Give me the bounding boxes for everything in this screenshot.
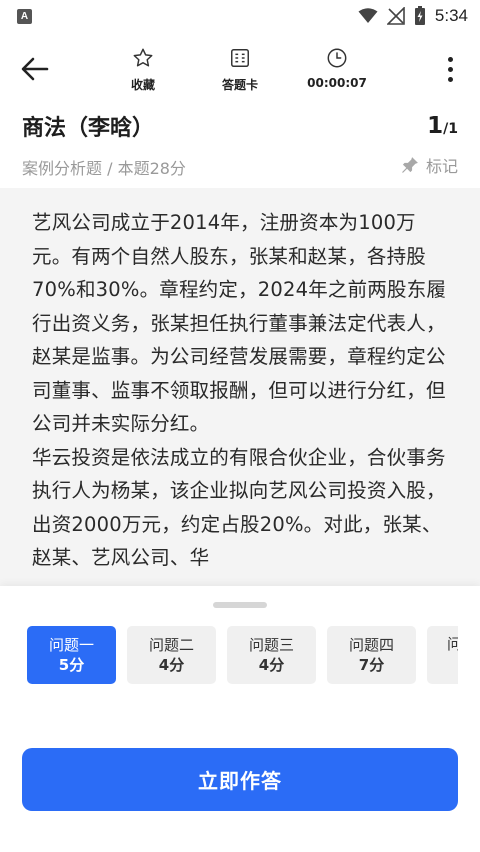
pin-icon (402, 157, 418, 173)
question-title: 商法（李晗） (22, 116, 155, 141)
answer-card-icon (231, 49, 249, 67)
timer-value: 00:00:07 (307, 76, 367, 90)
timer: 00:00:07 (297, 46, 377, 94)
question-type-score: 案例分析题 / 本题28分 (22, 159, 186, 178)
more-options-button[interactable] (438, 52, 462, 86)
tab-score: 4分 (258, 656, 285, 674)
question-counter: 1/1 (427, 113, 458, 139)
sub-question-tab-1[interactable]: 问题一 5分 (27, 626, 116, 684)
more-dot-icon (447, 66, 453, 72)
clock-icon (327, 48, 347, 68)
back-button[interactable] (18, 52, 52, 86)
tab-name: 问题四 (348, 636, 394, 654)
sub-question-tab-5[interactable]: 问 (427, 626, 458, 684)
battery-charging-icon (414, 6, 425, 25)
favorite-label: 收藏 (130, 78, 155, 92)
sub-question-tab-3[interactable]: 问题三 4分 (227, 626, 316, 684)
wifi-icon (358, 8, 378, 23)
tab-score: 7分 (358, 656, 385, 674)
case-content[interactable]: 艺风公司成立于2014年，注册资本为100万元。有两个自然人股东，张某和赵某，各… (0, 188, 480, 586)
case-paragraph: 华云投资是依法成立的有限合伙企业，合伙事务执行人为杨某，该企业拟向艺风公司投资入… (32, 445, 446, 570)
sub-question-sheet: 问题一 5分 问题二 4分 问题三 4分 问题四 7分 问 立即作答 (0, 586, 480, 852)
more-dot-icon (447, 56, 453, 62)
toolbar: 收藏 答题卡 00:00:07 (0, 40, 480, 96)
more-dot-icon (447, 76, 453, 82)
tab-name: 问 (447, 635, 458, 653)
star-icon (133, 48, 153, 67)
drag-handle[interactable] (213, 602, 267, 608)
question-total: /1 (443, 121, 458, 137)
answer-card-label: 答题卡 (221, 78, 258, 92)
status-bar: A 5:34 (0, 0, 480, 32)
tab-score: 5分 (58, 656, 85, 674)
tab-score: 4分 (158, 656, 185, 674)
tab-name: 问题三 (248, 636, 294, 654)
answer-card-button[interactable]: 答题卡 (200, 46, 280, 94)
sub-question-tabs: 问题一 5分 问题二 4分 问题三 4分 问题四 7分 问 (27, 626, 458, 684)
no-signal-icon (386, 7, 405, 25)
question-current: 1 (427, 113, 444, 139)
arrow-left-icon (21, 57, 49, 81)
favorite-button[interactable]: 收藏 (103, 46, 183, 94)
tab-name: 问题一 (48, 636, 94, 654)
case-paragraph: 艺风公司成立于2014年，注册资本为100万元。有两个自然人股东，张某和赵某，各… (32, 211, 447, 435)
status-icons: 5:34 (358, 5, 468, 27)
sub-question-tab-4[interactable]: 问题四 7分 (327, 626, 416, 684)
mark-button[interactable]: 标记 (400, 153, 458, 177)
status-time: 5:34 (434, 6, 468, 25)
mark-label: 标记 (425, 157, 458, 176)
answer-now-button[interactable]: 立即作答 (22, 748, 458, 811)
app-notification-icon: A (17, 9, 32, 24)
tab-name: 问题二 (148, 636, 194, 654)
sub-question-tab-2[interactable]: 问题二 4分 (127, 626, 216, 684)
